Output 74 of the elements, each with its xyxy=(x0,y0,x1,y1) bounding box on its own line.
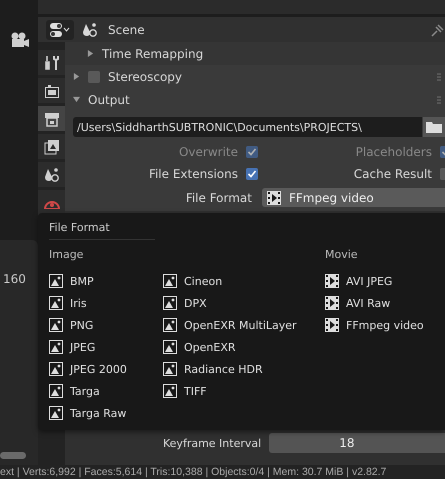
image-icon xyxy=(163,274,177,288)
panel-header[interactable]: Time Remapping xyxy=(65,42,445,65)
image-icon xyxy=(49,406,63,420)
keyframe-interval-label: Keyframe Interval xyxy=(163,436,262,450)
drag-handle-icon[interactable] xyxy=(437,72,441,80)
film-icon xyxy=(325,318,339,332)
editor-type-button[interactable] xyxy=(46,20,74,40)
menu-heading: Image xyxy=(49,248,84,263)
panel-title: Output xyxy=(88,92,131,106)
image-icon xyxy=(49,340,63,354)
option-label: Cache Result xyxy=(352,167,432,181)
image-icon xyxy=(49,274,63,288)
menu-item[interactable]: Cineon xyxy=(163,270,325,292)
image-icon xyxy=(49,296,63,310)
properties-tab[interactable] xyxy=(38,78,65,103)
image-icon xyxy=(49,362,63,376)
menu-item[interactable]: OpenEXR MultiLayer xyxy=(163,314,325,336)
menu-item[interactable]: FFmpeg video xyxy=(325,314,424,336)
frame-number: 160 xyxy=(2,272,27,286)
keyframe-interval-field[interactable]: 18 xyxy=(269,433,445,453)
folder-button[interactable] xyxy=(423,117,445,137)
film-icon xyxy=(325,296,339,310)
menu-item[interactable]: JPEG 2000 xyxy=(49,358,163,380)
film-icon xyxy=(325,274,339,288)
image-icon xyxy=(49,384,63,398)
option-label: Placeholders xyxy=(354,145,432,159)
properties-tab[interactable] xyxy=(38,162,65,187)
properties-tab[interactable] xyxy=(38,106,65,131)
context-label: Scene xyxy=(108,22,145,36)
image-icon xyxy=(163,384,177,398)
film-icon xyxy=(267,190,281,204)
menu-heading: Movie xyxy=(325,248,359,263)
menu-item[interactable]: TIFF xyxy=(163,380,325,402)
menu-item[interactable]: Iris xyxy=(49,292,163,314)
option-label: File Extensions xyxy=(148,167,238,181)
properties-tab[interactable] xyxy=(38,50,65,75)
menu-item[interactable]: Targa xyxy=(49,380,163,402)
scene-icon xyxy=(44,166,60,182)
layered-image-icon xyxy=(44,138,60,154)
menu-item[interactable]: AVI JPEG xyxy=(325,270,424,292)
scene-icon xyxy=(82,22,98,38)
printer-icon xyxy=(44,110,60,126)
menu-item[interactable]: OpenEXR xyxy=(163,336,325,358)
checkbox[interactable] xyxy=(246,168,258,180)
image-icon xyxy=(163,362,177,376)
image-icon xyxy=(163,296,177,310)
menu-item[interactable]: DPX xyxy=(163,292,325,314)
menu-item[interactable]: Radiance HDR xyxy=(163,358,325,380)
output-path-field[interactable]: /Users\SiddharthSUBTRONIC\Documents\PROJECTS\ xyxy=(73,117,422,137)
menu-title: File Format xyxy=(49,221,155,240)
menu-item[interactable]: PNG xyxy=(49,314,163,336)
menu-item[interactable]: BMP xyxy=(49,270,163,292)
panel-title: Stereoscopy xyxy=(108,70,184,84)
option-label: Overwrite xyxy=(178,145,238,159)
image-icon xyxy=(163,340,177,354)
wrench-icon xyxy=(44,54,60,70)
image-icon xyxy=(163,318,177,332)
menu-item[interactable]: Targa Raw xyxy=(49,402,163,424)
panel-header[interactable]: Stereoscopy xyxy=(65,65,445,88)
image-icon xyxy=(49,318,63,332)
menu-item[interactable]: JPEG xyxy=(49,336,163,358)
camera-icon[interactable] xyxy=(10,32,30,48)
properties-tab[interactable] xyxy=(38,134,65,159)
scroll-bar[interactable] xyxy=(0,452,26,459)
checkbox[interactable] xyxy=(88,70,100,82)
menu-item[interactable]: AVI Raw xyxy=(325,292,424,314)
panel-header[interactable]: Output xyxy=(65,88,445,111)
panel-title: Time Remapping xyxy=(102,46,204,60)
file-format-label: File Format xyxy=(184,190,252,204)
status-text: ext | Verts:6,992 | Faces:5,614 | Tris:10,388 | Objects:0/4 | Mem: 30.7 MiB | v2.82.7 xyxy=(0,466,386,478)
camera-back-icon xyxy=(44,82,60,98)
drag-handle-icon[interactable] xyxy=(437,96,441,104)
file-format-dropdown[interactable]: FFmpeg video xyxy=(262,188,445,207)
properties-tab[interactable] xyxy=(38,190,65,215)
